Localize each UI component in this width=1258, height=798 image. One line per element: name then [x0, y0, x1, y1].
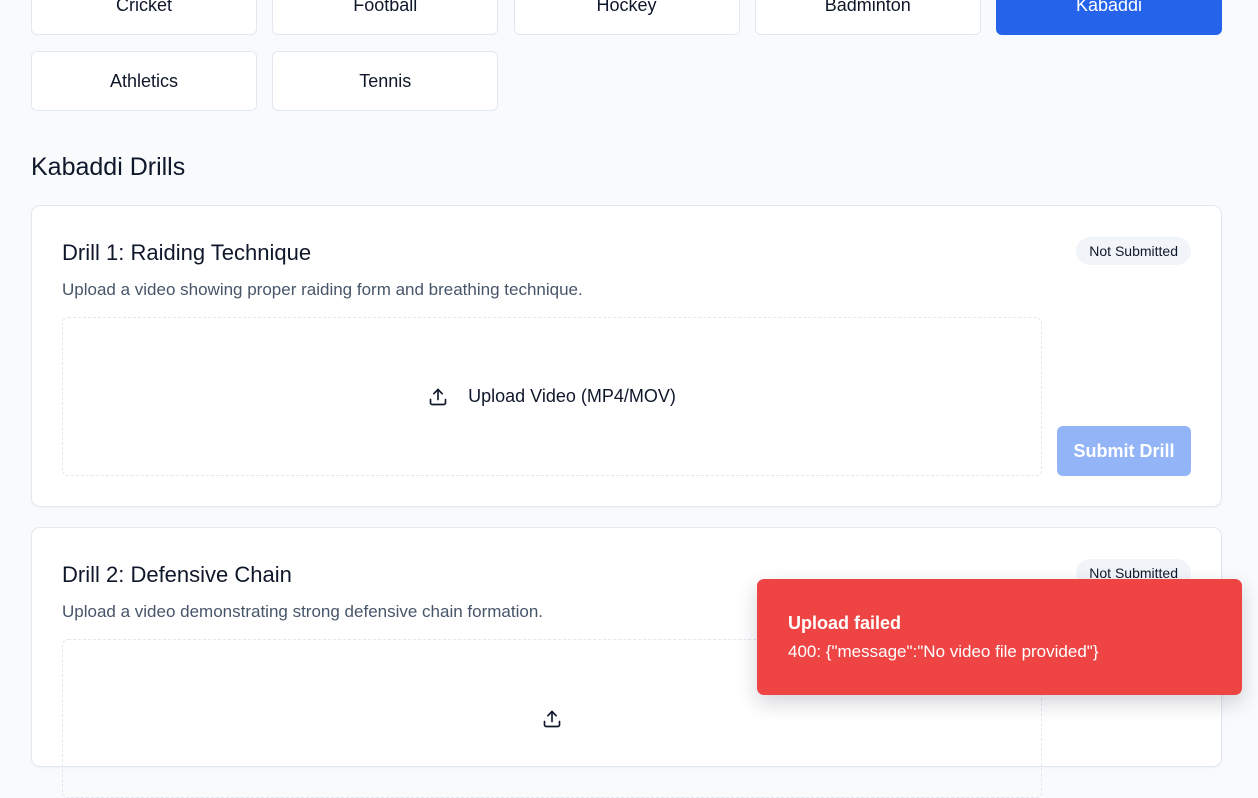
error-toast[interactable]: Upload failed 400: {"message":"No video … — [757, 579, 1242, 695]
sport-button-cricket[interactable]: Cricket — [31, 0, 257, 35]
status-badge: Not Submitted — [1076, 237, 1191, 265]
drill-title: Drill 1: Raiding Technique — [62, 240, 312, 265]
toast-message: 400: {"message":"No video file provided"… — [788, 642, 1099, 661]
submit-drill-button[interactable]: Submit Drill — [1057, 426, 1191, 476]
sport-selector: Cricket Football Hockey Badminton Kabadd… — [31, 0, 1222, 111]
upload-dropzone[interactable]: Upload Video (MP4/MOV) — [62, 317, 1042, 476]
sport-button-football[interactable]: Football — [272, 0, 499, 35]
sport-button-tennis[interactable]: Tennis — [272, 51, 499, 111]
drill-description: Upload a video demonstrating strong defe… — [62, 602, 544, 621]
drill-description: Upload a video showing proper raiding fo… — [62, 280, 583, 299]
sport-button-badminton[interactable]: Badminton — [754, 0, 981, 35]
section-title: Kabaddi Drills — [31, 153, 186, 181]
upload-icon — [428, 387, 448, 407]
drill-title: Drill 2: Defensive Chain — [62, 562, 292, 587]
toast-title: Upload failed — [788, 613, 902, 633]
sport-button-athletics[interactable]: Athletics — [31, 51, 257, 111]
sport-button-hockey[interactable]: Hockey — [513, 0, 740, 35]
upload-label: Upload Video (MP4/MOV) — [468, 386, 676, 406]
drill-card: Drill 1: Raiding Technique Not Submitted… — [31, 205, 1222, 507]
sport-button-kabaddi[interactable]: Kabaddi — [996, 0, 1222, 35]
